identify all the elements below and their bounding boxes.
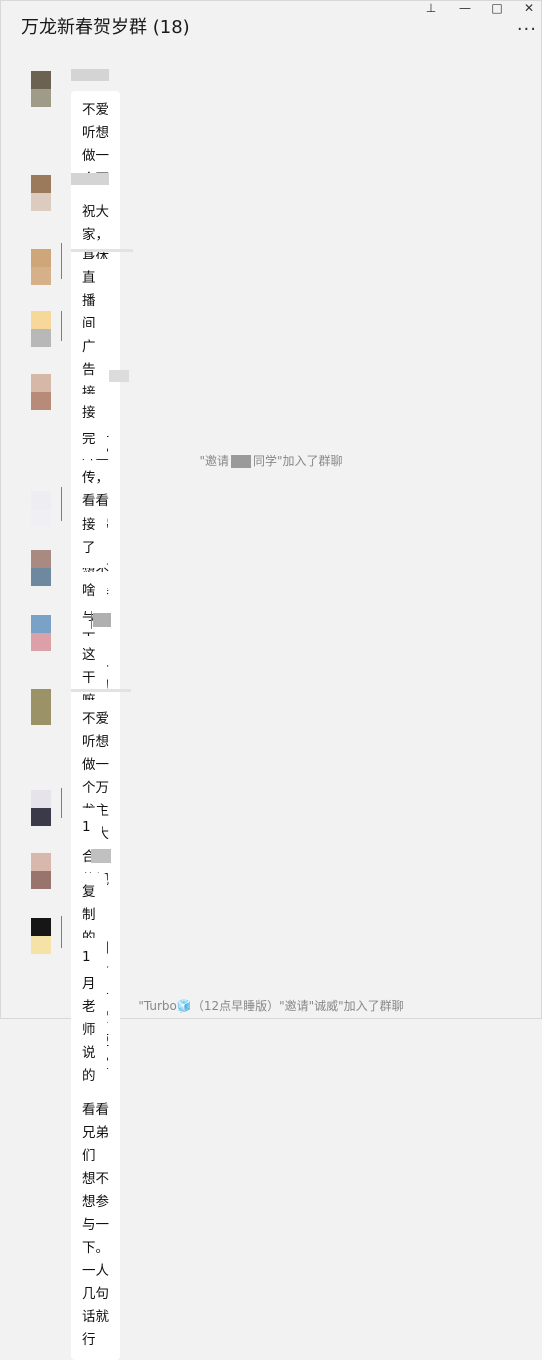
system-notice-text: "邀请 bbox=[199, 454, 229, 468]
sender-name bbox=[71, 69, 109, 81]
sender-name bbox=[71, 173, 109, 185]
avatar[interactable] bbox=[31, 491, 51, 527]
avatar[interactable] bbox=[31, 175, 51, 211]
ice-cube-icon: 🧊 bbox=[176, 999, 192, 1013]
blurred-name bbox=[231, 455, 251, 468]
chat-title: 万龙新春贺岁群 (18) bbox=[21, 17, 190, 38]
system-notice: "邀请 同学"加入了群聊 bbox=[1, 452, 541, 469]
message-bubble[interactable]: 复制的照月老师说的 bbox=[71, 873, 107, 1096]
sender-name bbox=[93, 613, 111, 627]
avatar[interactable] bbox=[31, 71, 51, 107]
message-bubble[interactable]: 1 bbox=[71, 938, 102, 977]
avatar-top bbox=[31, 71, 51, 89]
avatar-bottom bbox=[31, 89, 51, 107]
avatar[interactable] bbox=[31, 249, 51, 285]
message-bubble[interactable]: 啥 bbox=[71, 572, 107, 611]
more-options-icon[interactable]: ··· bbox=[517, 19, 537, 40]
message-bubble[interactable]: 接 bbox=[71, 394, 107, 433]
sender-name bbox=[71, 249, 133, 252]
system-notice: "Turbo🧊（12点早睡版）"邀请"诚威"加入了群聊 bbox=[1, 997, 541, 1014]
avatar[interactable] bbox=[31, 790, 51, 826]
sender-name bbox=[71, 689, 131, 692]
avatar[interactable] bbox=[31, 550, 51, 586]
title-bar: 万龙新春贺岁群 (18) ⊥ — □ ✕ ··· bbox=[1, 1, 541, 53]
system-notice-text: 同学"加入了群聊 bbox=[253, 454, 343, 468]
avatar[interactable] bbox=[31, 311, 51, 347]
sender-name bbox=[109, 370, 129, 382]
sender-name bbox=[91, 849, 111, 863]
message-bubble[interactable]: 1 bbox=[71, 808, 102, 847]
avatar[interactable] bbox=[31, 615, 51, 651]
minimize-icon[interactable]: — bbox=[455, 1, 475, 17]
avatar[interactable] bbox=[31, 374, 51, 410]
close-icon[interactable]: ✕ bbox=[519, 1, 539, 17]
system-notice-text: （12点早睡版）"邀请"诚威"加入了群聊 bbox=[191, 999, 404, 1013]
message-bubble[interactable]: 接了 bbox=[71, 506, 107, 568]
pin-icon[interactable]: ⊥ bbox=[421, 1, 441, 17]
maximize-icon[interactable]: □ bbox=[487, 1, 507, 17]
system-notice-text: "Turbo bbox=[138, 999, 177, 1013]
avatar[interactable] bbox=[31, 689, 51, 725]
avatar[interactable] bbox=[31, 918, 51, 954]
avatar[interactable] bbox=[31, 853, 51, 889]
